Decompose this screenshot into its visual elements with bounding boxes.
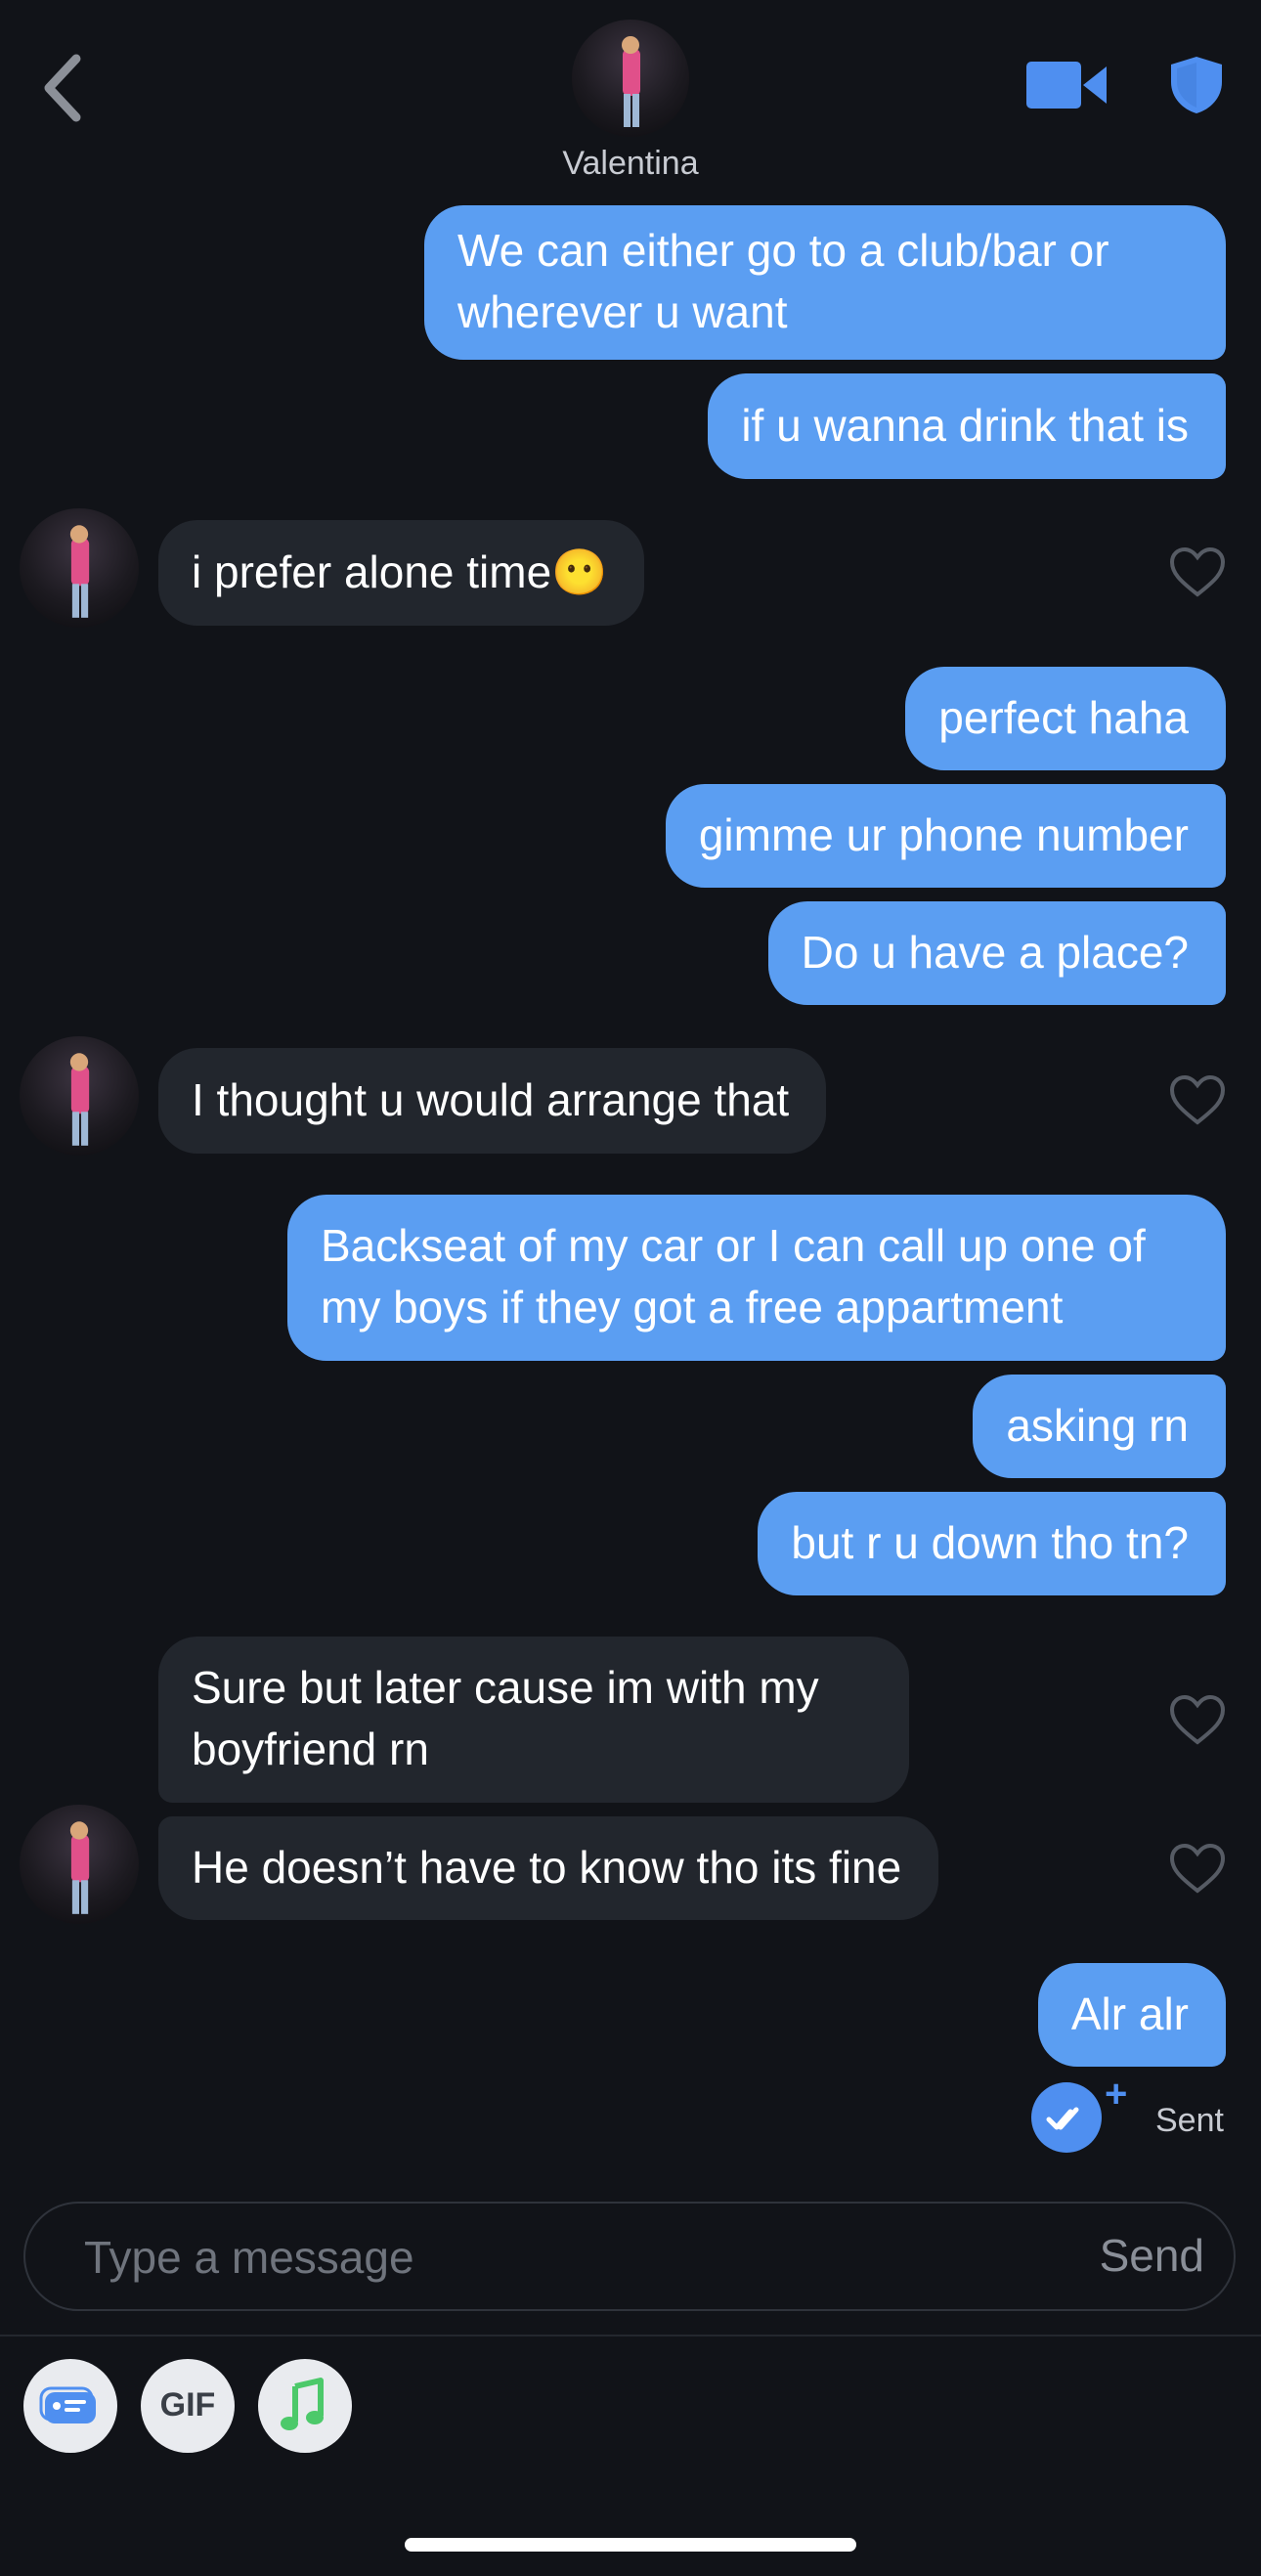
shield-icon: [1171, 57, 1222, 113]
heart-icon[interactable]: [1168, 546, 1227, 598]
message-card-icon: [39, 2386, 96, 2423]
message-card-button[interactable]: [23, 2359, 117, 2453]
back-button[interactable]: [39, 49, 88, 127]
message-composer: Send: [23, 2202, 1236, 2311]
message-text: if u wanna drink that is: [741, 400, 1189, 451]
contact-avatar-small[interactable]: [20, 508, 139, 628]
message-text: Backseat of my car or I can call up one …: [321, 1220, 1146, 1332]
message-bubble-outgoing[interactable]: We can either go to a club/bar or wherev…: [424, 205, 1226, 360]
message-bubble-outgoing[interactable]: perfect haha: [905, 667, 1226, 770]
message-bubble-outgoing[interactable]: but r u down tho tn?: [758, 1492, 1226, 1595]
divider: [0, 2335, 1261, 2336]
message-bubble-outgoing[interactable]: asking rn: [973, 1375, 1226, 1478]
message-bubble-outgoing[interactable]: Backseat of my car or I can call up one …: [287, 1195, 1226, 1361]
double-check-icon: [1031, 2082, 1102, 2153]
message-bubble-outgoing[interactable]: gimme ur phone number: [665, 784, 1226, 888]
message-text: gimme ur phone number: [698, 809, 1189, 860]
message-text: He doesn’t have to know tho its fine: [192, 1842, 902, 1893]
heart-icon[interactable]: [1168, 1842, 1227, 1895]
heart-icon[interactable]: [1168, 1073, 1227, 1126]
person-photo: [69, 1053, 90, 1146]
message-text: We can either go to a club/bar or wherev…: [457, 225, 1109, 337]
message-text: perfect haha: [938, 692, 1189, 743]
message-bubble-incoming[interactable]: i prefer alone time😶: [158, 520, 645, 626]
person-photo: [69, 525, 90, 618]
neutral-face-emoji: 😶: [551, 546, 608, 597]
person-photo: [622, 36, 640, 127]
video-camera-icon: [1026, 62, 1107, 109]
message-bubble-outgoing[interactable]: if u wanna drink that is: [708, 373, 1226, 479]
safety-button[interactable]: [1169, 55, 1224, 115]
music-button[interactable]: [258, 2359, 352, 2453]
send-button[interactable]: Send: [1100, 2229, 1204, 2282]
message-text: I thought u would arrange that: [192, 1074, 790, 1125]
message-text: asking rn: [1006, 1400, 1189, 1451]
message-bubble-outgoing[interactable]: Alr alr: [1037, 1963, 1226, 2067]
heart-icon[interactable]: [1168, 1693, 1227, 1746]
chevron-left-icon: [44, 54, 81, 122]
music-note-icon: [281, 2378, 324, 2430]
chat-header: Valentina: [0, 0, 1261, 196]
read-receipt: + Sent: [1026, 2073, 1232, 2157]
message-text: Sure but later cause im with my boyfrien…: [192, 1662, 819, 1774]
message-text: Do u have a place?: [801, 927, 1189, 978]
message-bubble-outgoing[interactable]: Do u have a place?: [767, 901, 1226, 1005]
message-text: i prefer alone time: [192, 546, 552, 597]
plus-icon[interactable]: +: [1105, 2073, 1127, 2117]
contact-avatar-small[interactable]: [20, 1036, 139, 1156]
message-bubble-incoming[interactable]: He doesn’t have to know tho its fine: [158, 1816, 939, 1920]
person-photo: [69, 1821, 90, 1914]
message-text: but r u down tho tn?: [791, 1517, 1189, 1568]
message-text: Alr alr: [1070, 1988, 1189, 2039]
gif-label: GIF: [159, 2386, 216, 2423]
home-indicator[interactable]: [405, 2538, 856, 2552]
sent-status: Sent: [1155, 2102, 1224, 2139]
gif-button[interactable]: GIF: [141, 2359, 235, 2453]
contact-avatar-small[interactable]: [20, 1805, 139, 1924]
video-call-button[interactable]: [1026, 59, 1109, 111]
message-bubble-incoming[interactable]: Sure but later cause im with my boyfrien…: [158, 1637, 909, 1803]
message-bubble-incoming[interactable]: I thought u would arrange that: [158, 1048, 827, 1154]
message-input[interactable]: [82, 2204, 966, 2311]
contact-name[interactable]: Valentina: [0, 145, 1261, 183]
contact-avatar[interactable]: [572, 20, 689, 137]
